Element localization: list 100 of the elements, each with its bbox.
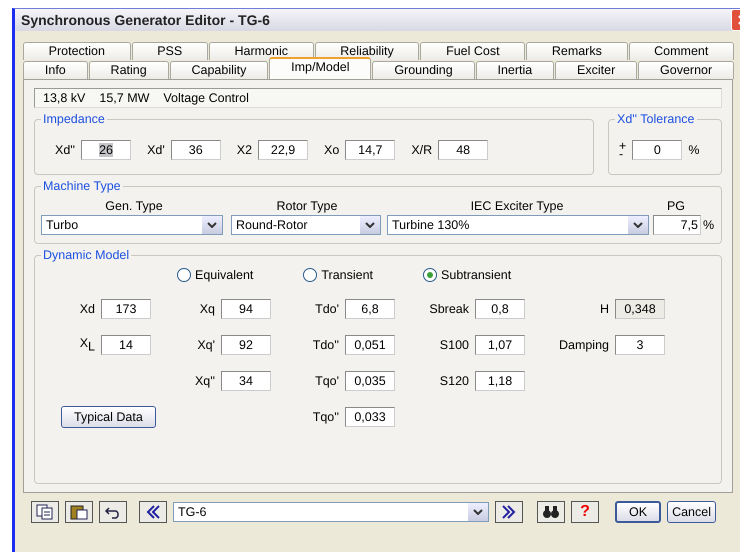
dropdown-icon[interactable]	[468, 503, 488, 521]
rotor-type-dropdown[interactable]: Round-Rotor	[231, 215, 381, 235]
field-value: 14,7	[358, 143, 383, 157]
input-field[interactable]: 26	[81, 140, 132, 160]
field-label: Tqo''	[312, 410, 339, 424]
radio-icon[interactable]	[423, 268, 438, 282]
dropdown-icon[interactable]	[628, 216, 648, 234]
undo-button[interactable]	[99, 501, 127, 523]
info-text: Voltage Control	[163, 91, 249, 105]
tab[interactable]: Exciter	[555, 61, 638, 79]
tab[interactable]: Capability	[170, 61, 268, 79]
typical-data-button[interactable]: Typical Data	[61, 406, 156, 428]
field-value: 26	[99, 143, 114, 157]
column-label: PG	[666, 199, 686, 213]
tab[interactable]: Fuel Cost	[420, 42, 526, 60]
group-title: Impedance	[42, 112, 106, 126]
input-field[interactable]: 173	[101, 299, 151, 319]
group-title: Xd'' Tolerance	[616, 112, 696, 126]
field-label: Tdo'	[315, 302, 339, 316]
group-title: Dynamic Model	[42, 248, 130, 262]
cancel-button[interactable]: Cancel	[667, 501, 716, 523]
gen-type-dropdown[interactable]: Turbo	[41, 215, 223, 235]
field-label: S100	[440, 338, 469, 352]
radio-option[interactable]: Transient	[303, 268, 374, 282]
tab[interactable]: Imp/Model	[269, 57, 372, 79]
copy-button[interactable]	[31, 501, 59, 523]
field-value: 36	[188, 143, 203, 157]
radio-option[interactable]: Equivalent	[177, 268, 254, 282]
unit-label: %	[703, 218, 714, 232]
tab[interactable]: Governor	[638, 61, 734, 79]
field-label: Xq''	[194, 374, 215, 388]
field-label: Tqo'	[315, 374, 339, 388]
input-field[interactable]: 0,033	[345, 407, 395, 427]
field-label: Xd''	[55, 143, 76, 157]
field-label: S120	[440, 374, 469, 388]
field-label: Sbreak	[429, 302, 469, 316]
plus-sign: +	[619, 142, 626, 150]
radio-option[interactable]: Subtransient	[423, 268, 512, 282]
undo-icon	[104, 505, 122, 519]
minus-sign: -	[619, 150, 624, 158]
clipboard-icon	[70, 504, 88, 520]
binoculars-icon	[542, 505, 560, 519]
tab[interactable]: Info	[23, 61, 88, 79]
input-field[interactable]: 3	[615, 335, 665, 355]
tab[interactable]: PSS	[132, 42, 208, 60]
tab[interactable]: Harmonic	[208, 42, 314, 60]
field-label: Damping	[558, 338, 609, 352]
info-text: 13,8 kV	[43, 91, 86, 105]
window-title: Synchronous Generator Editor - TG-6	[21, 12, 270, 28]
find-button[interactable]	[537, 501, 565, 523]
dropdown-icon[interactable]	[202, 216, 222, 234]
input-field[interactable]: 34	[221, 371, 271, 391]
input-field[interactable]: 0,8	[475, 299, 525, 319]
column-label: Rotor Type	[276, 199, 338, 213]
input-field[interactable]: 14	[101, 335, 151, 355]
input-field[interactable]: 48	[438, 140, 488, 160]
input-field[interactable]: 0,051	[345, 335, 395, 355]
input-field[interactable]: 22,9	[258, 140, 308, 160]
field-label: Xq'	[197, 338, 215, 352]
info-text: 15,7 MW	[99, 91, 150, 105]
exciter-type-dropdown[interactable]: Turbine 130%	[387, 215, 649, 235]
field-label: Xd'	[147, 143, 165, 157]
dropdown-icon[interactable]	[360, 216, 380, 234]
field-label: H	[600, 302, 609, 316]
input-field[interactable]: 6,8	[345, 299, 395, 319]
tab[interactable]: Protection	[23, 42, 131, 60]
tab[interactable]: Inertia	[476, 61, 554, 79]
input-field[interactable]: 92	[221, 335, 271, 355]
field-label: Xd	[80, 302, 95, 316]
input-field[interactable]: 36	[170, 140, 221, 160]
field-value: 22,9	[270, 143, 296, 157]
field-label: Xq	[200, 302, 215, 316]
field-label: X/R	[411, 143, 432, 157]
input-field[interactable]: 0	[632, 140, 682, 160]
column-label: Gen. Type	[104, 199, 164, 213]
ok-button[interactable]: OK	[615, 501, 662, 523]
input-field[interactable]: 94	[221, 299, 271, 319]
next-button[interactable]	[495, 501, 523, 523]
input-field[interactable]: 1,18	[475, 371, 525, 391]
tab[interactable]: Grounding	[372, 61, 475, 79]
copy-icon	[36, 504, 54, 520]
field-value: 48	[456, 143, 470, 157]
input-field[interactable]: 0,035	[345, 371, 395, 391]
previous-icon	[145, 504, 161, 520]
help-button[interactable]: ?	[571, 501, 599, 523]
next-icon	[501, 504, 517, 520]
element-dropdown[interactable]: TG-6	[173, 502, 489, 522]
input-field[interactable]: 7,5	[653, 215, 701, 235]
paste-button[interactable]	[65, 501, 93, 523]
tab[interactable]: Remarks	[526, 42, 628, 60]
radio-icon[interactable]	[177, 268, 191, 282]
previous-button[interactable]	[139, 501, 167, 523]
tab[interactable]: Rating	[88, 61, 169, 79]
input-field[interactable]: 1,07	[475, 335, 525, 355]
input-field[interactable]: 14,7	[345, 140, 396, 160]
radio-icon[interactable]	[303, 268, 318, 282]
tab[interactable]: Comment	[628, 42, 734, 60]
tab[interactable]: Reliability	[314, 42, 420, 60]
column-label: IEC Exciter Type	[470, 199, 564, 213]
field-label: Xo	[324, 143, 340, 157]
